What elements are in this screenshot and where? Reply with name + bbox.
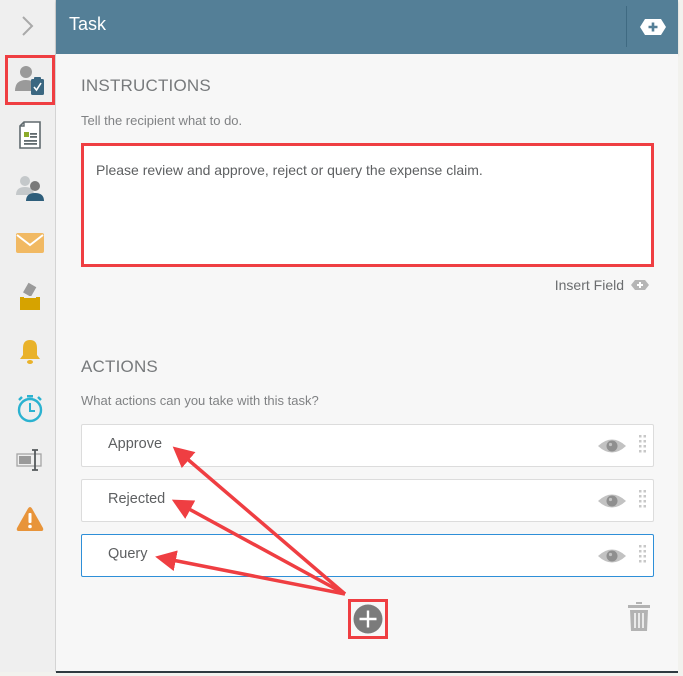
- delete-action-button[interactable]: [628, 602, 650, 637]
- eye-icon[interactable]: [597, 492, 627, 510]
- actions-description: What actions can you take with this task…: [81, 393, 319, 408]
- task-settings-panel: INSTRUCTIONS Tell the recipient what to …: [56, 54, 678, 672]
- sidebar-item-ballot[interactable]: [5, 272, 55, 322]
- action-label: Rejected: [108, 491, 166, 507]
- sidebar: [0, 0, 56, 672]
- envelope-icon: [16, 233, 44, 253]
- action-label: Approve: [108, 436, 163, 452]
- ballot-box-icon: [20, 282, 40, 310]
- bell-icon: [20, 340, 40, 364]
- eye-icon[interactable]: [597, 437, 627, 455]
- panel-title: Task: [69, 14, 107, 34]
- drag-handle-icon[interactable]: [639, 545, 647, 565]
- eye-icon[interactable]: [597, 547, 627, 565]
- actions-heading: ACTIONS: [81, 357, 158, 376]
- sidebar-item-recipients[interactable]: [5, 163, 55, 213]
- sidebar-item-timer[interactable]: [5, 383, 55, 433]
- drag-handle-icon[interactable]: [639, 490, 647, 510]
- sidebar-item-form[interactable]: [5, 110, 55, 160]
- sidebar-item-notifications[interactable]: [5, 327, 55, 377]
- text-field-icon: [16, 449, 42, 471]
- warning-icon: [16, 507, 44, 531]
- add-action-button[interactable]: [348, 599, 388, 639]
- expand-sidebar-button[interactable]: [10, 8, 46, 44]
- instructions-heading: INSTRUCTIONS: [81, 76, 211, 95]
- instructions-description: Tell the recipient what to do.: [81, 113, 243, 128]
- bottom-border: [56, 671, 678, 673]
- form-document-icon: [19, 121, 41, 149]
- sidebar-item-email[interactable]: [5, 218, 55, 268]
- users-icon: [16, 176, 44, 201]
- add-field-icon: [640, 19, 666, 35]
- sidebar-item-task[interactable]: [5, 55, 55, 105]
- stopwatch-icon: [17, 395, 43, 423]
- sidebar-item-text-input[interactable]: [5, 435, 55, 485]
- action-row-query[interactable]: Query: [81, 534, 654, 577]
- add-field-icon: [631, 280, 649, 290]
- chevron-right-icon: [22, 16, 34, 36]
- instructions-textarea[interactable]: Please review and approve, reject or que…: [81, 143, 654, 267]
- action-row-rejected[interactable]: Rejected: [81, 479, 654, 522]
- insert-field-label: Insert Field: [554, 277, 624, 293]
- action-label: Query: [108, 546, 148, 562]
- sidebar-item-warnings[interactable]: [5, 494, 55, 544]
- trash-icon: [628, 602, 650, 631]
- header-divider: [626, 6, 627, 47]
- action-row-approve[interactable]: Approve: [81, 424, 654, 467]
- insert-field-button[interactable]: Insert Field: [555, 277, 650, 293]
- task-configuration-app: Task INSTRUCTIONS Tell the recipient wha…: [0, 0, 683, 676]
- user-clipboard-icon: [15, 66, 44, 95]
- plus-circle-icon: [353, 604, 383, 634]
- drag-handle-icon[interactable]: [639, 435, 647, 455]
- add-field-button[interactable]: [638, 14, 668, 40]
- panel-header: Task: [56, 0, 678, 54]
